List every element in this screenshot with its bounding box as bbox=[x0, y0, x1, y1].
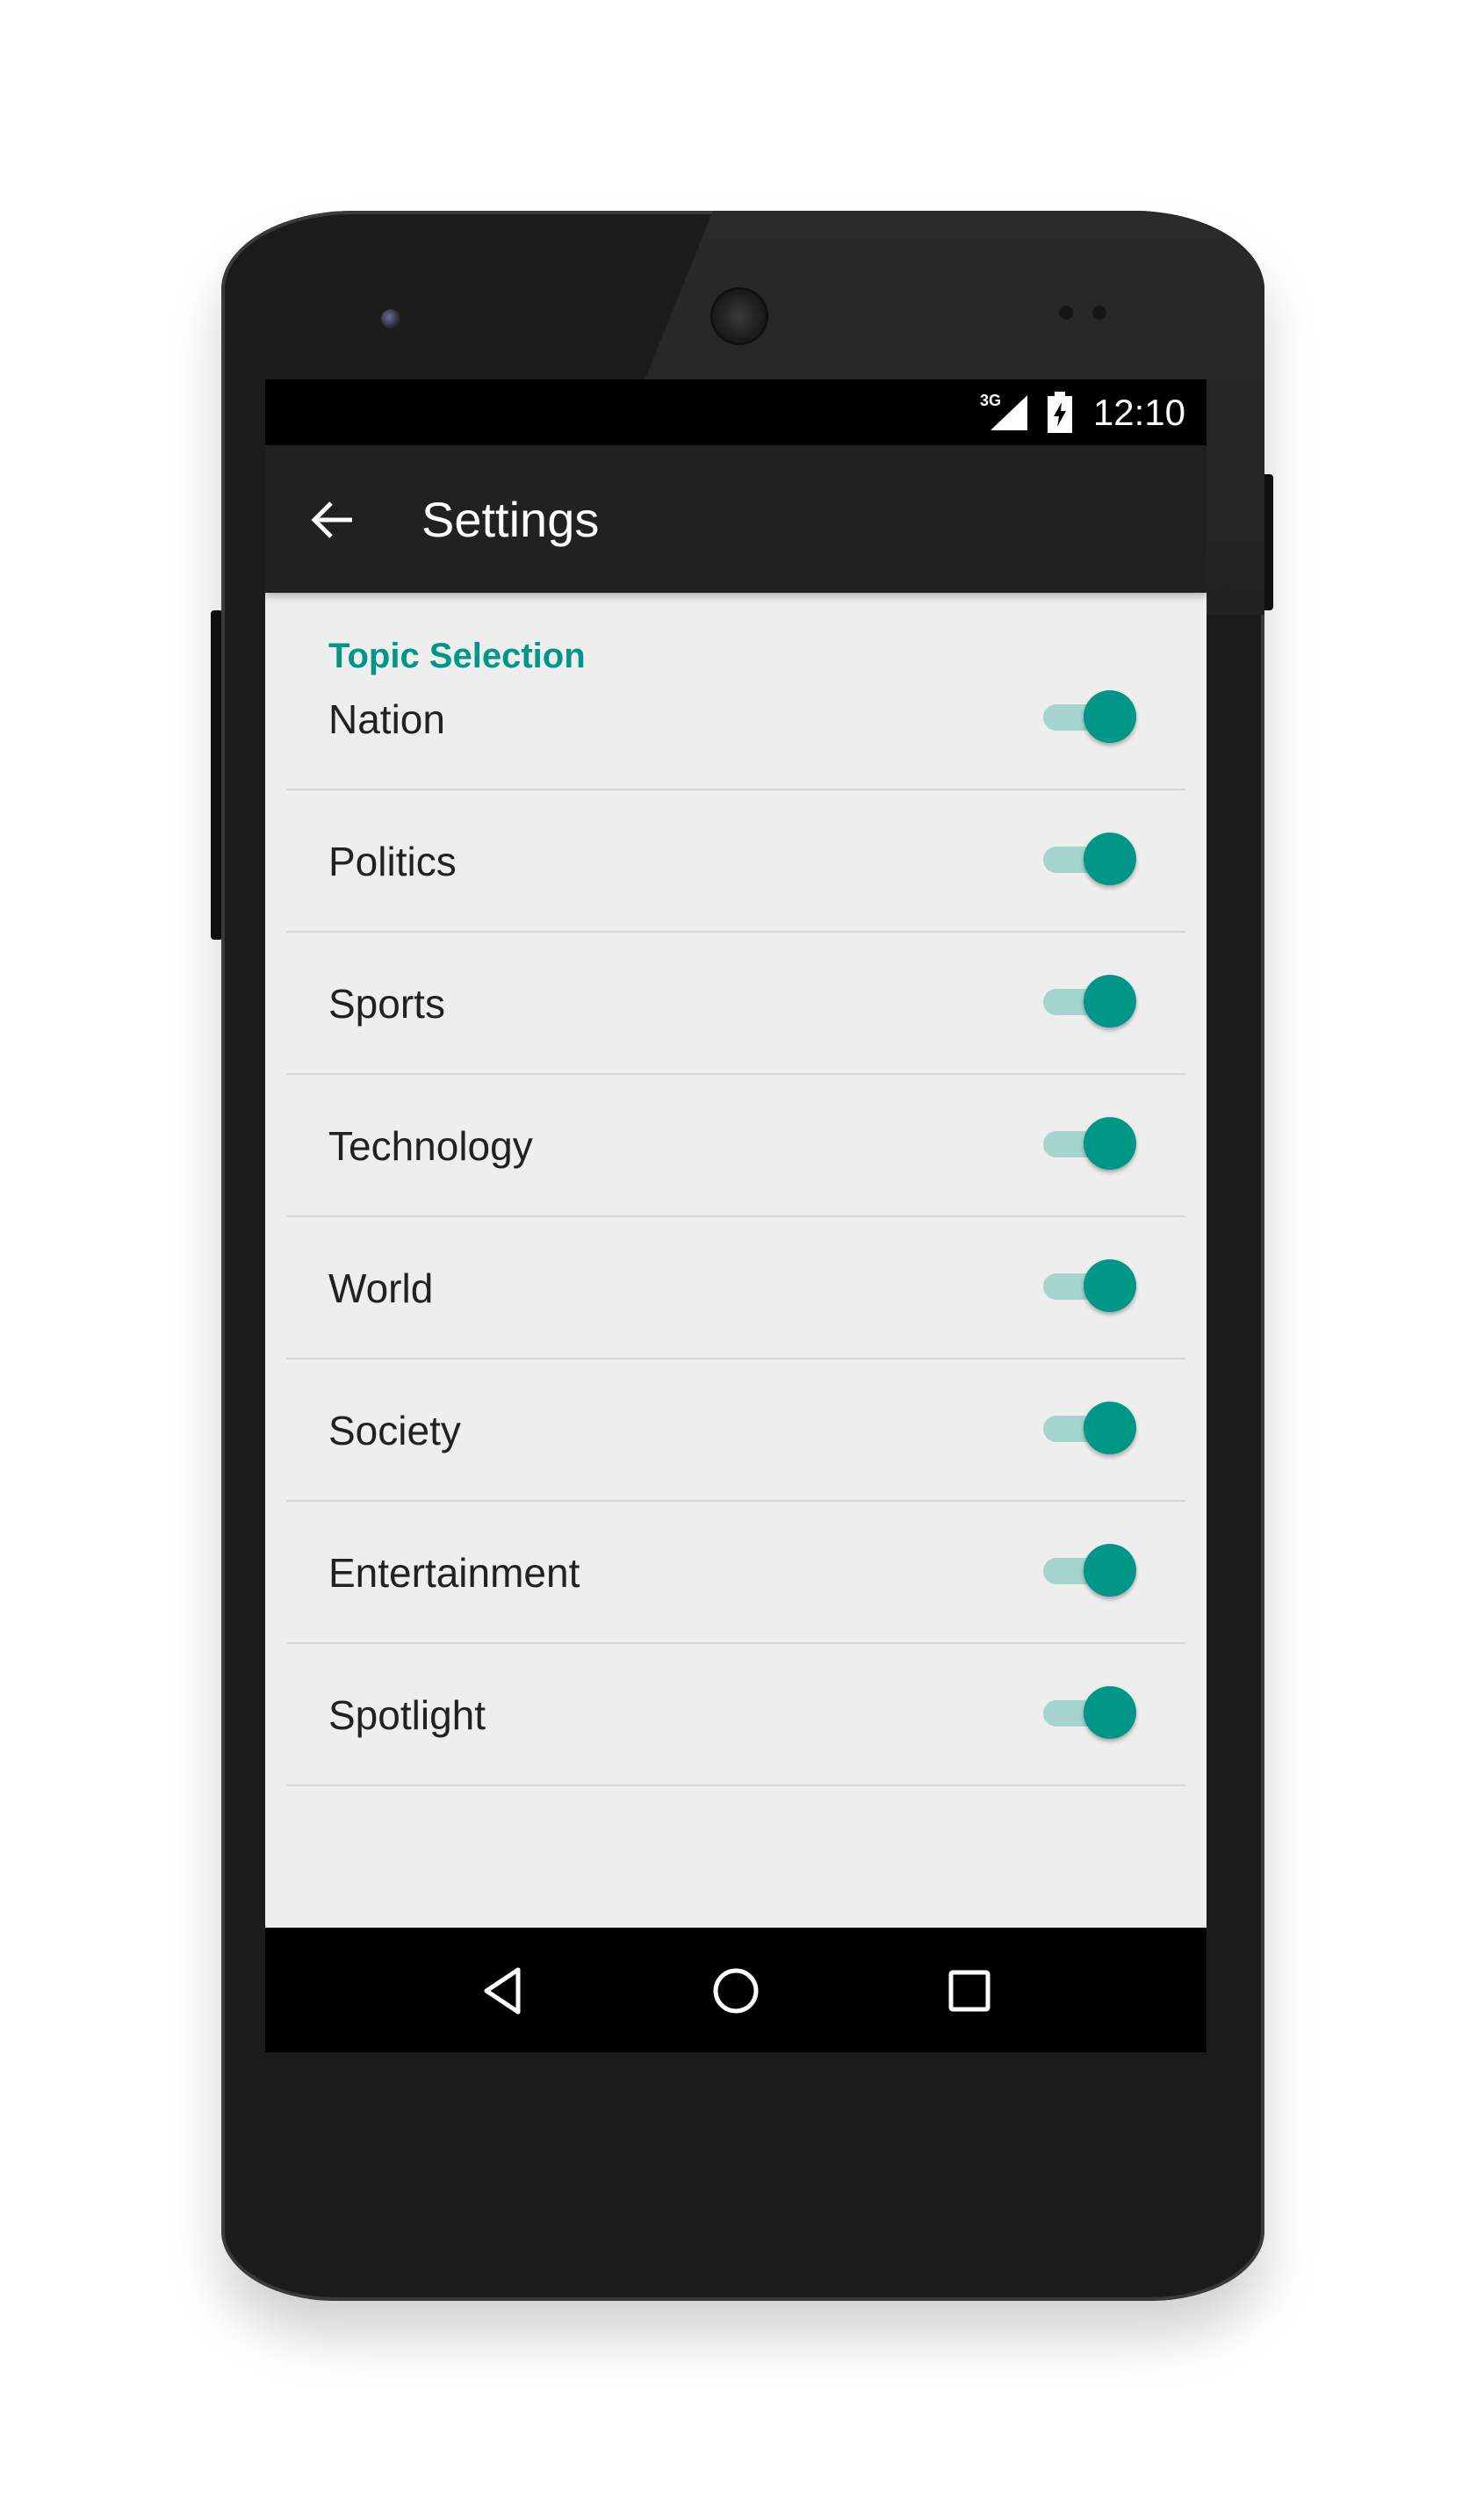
switch-thumb bbox=[1084, 1686, 1136, 1739]
toggle-switch[interactable] bbox=[1043, 1117, 1136, 1170]
setting-label: World bbox=[328, 1265, 434, 1311]
screen: 3G 12:10 Settings Topic Selection Nation… bbox=[265, 379, 1207, 2052]
toggle-switch[interactable] bbox=[1043, 1402, 1136, 1454]
setting-row-sports[interactable]: Sports bbox=[286, 933, 1185, 1075]
status-bar: 3G 12:10 bbox=[265, 379, 1207, 445]
toggle-switch[interactable] bbox=[1043, 833, 1136, 885]
toggle-switch[interactable] bbox=[1043, 1544, 1136, 1597]
section-header: Topic Selection bbox=[328, 637, 586, 675]
setting-row-entertainment[interactable]: Entertainment bbox=[286, 1502, 1185, 1644]
nav-back-button[interactable] bbox=[472, 1959, 536, 2022]
nav-recents-button[interactable] bbox=[938, 1959, 1001, 2022]
arrow-back-icon bbox=[311, 501, 352, 538]
settings-content: Topic Selection Nation Politics Sports T… bbox=[265, 593, 1207, 1928]
toggle-switch[interactable] bbox=[1043, 690, 1136, 743]
switch-thumb bbox=[1084, 690, 1136, 743]
front-camera bbox=[381, 309, 400, 328]
clock: 12:10 bbox=[1092, 392, 1185, 433]
setting-label: Nation bbox=[328, 696, 445, 742]
setting-label: Society bbox=[328, 1408, 461, 1453]
triangle-back-icon bbox=[484, 1967, 521, 2015]
setting-label: Sports bbox=[328, 981, 445, 1027]
toggle-switch[interactable] bbox=[1043, 1259, 1136, 1312]
setting-row-technology[interactable]: Technology bbox=[286, 1075, 1185, 1217]
light-sensor bbox=[1092, 306, 1106, 320]
switch-thumb bbox=[1084, 1544, 1136, 1597]
setting-label: Politics bbox=[328, 839, 457, 884]
setting-row-politics[interactable]: Politics bbox=[286, 790, 1185, 933]
switch-thumb bbox=[1084, 1259, 1136, 1312]
circle-home-icon bbox=[713, 1968, 759, 2014]
switch-thumb bbox=[1084, 833, 1136, 885]
battery-charging-icon bbox=[1048, 392, 1072, 433]
switch-thumb bbox=[1084, 1402, 1136, 1454]
cell-signal-icon bbox=[991, 395, 1027, 430]
page-title: Settings bbox=[421, 492, 600, 547]
setting-label: Technology bbox=[328, 1123, 533, 1169]
topic-list: Nation Politics Sports Technology World … bbox=[286, 690, 1185, 1786]
proximity-sensor bbox=[1059, 306, 1073, 320]
setting-row-nation[interactable]: Nation bbox=[286, 690, 1185, 790]
toggle-switch[interactable] bbox=[1043, 975, 1136, 1027]
back-button[interactable] bbox=[302, 489, 364, 551]
nav-home-button[interactable] bbox=[704, 1959, 767, 2022]
setting-label: Spotlight bbox=[328, 1692, 486, 1738]
page: 3G 12:10 Settings Topic Selection Nation… bbox=[0, 0, 1484, 2509]
switch-thumb bbox=[1084, 975, 1136, 1027]
earpiece-speaker bbox=[713, 290, 766, 342]
toggle-switch[interactable] bbox=[1043, 1686, 1136, 1739]
navigation-bar bbox=[265, 1928, 1207, 2052]
switch-thumb bbox=[1084, 1117, 1136, 1170]
setting-label: Entertainment bbox=[328, 1550, 580, 1596]
setting-row-society[interactable]: Society bbox=[286, 1359, 1185, 1502]
setting-row-world[interactable]: World bbox=[286, 1217, 1185, 1359]
square-recents-icon bbox=[948, 1970, 991, 2012]
app-bar: Settings bbox=[265, 445, 1207, 593]
setting-row-spotlight[interactable]: Spotlight bbox=[286, 1644, 1185, 1786]
